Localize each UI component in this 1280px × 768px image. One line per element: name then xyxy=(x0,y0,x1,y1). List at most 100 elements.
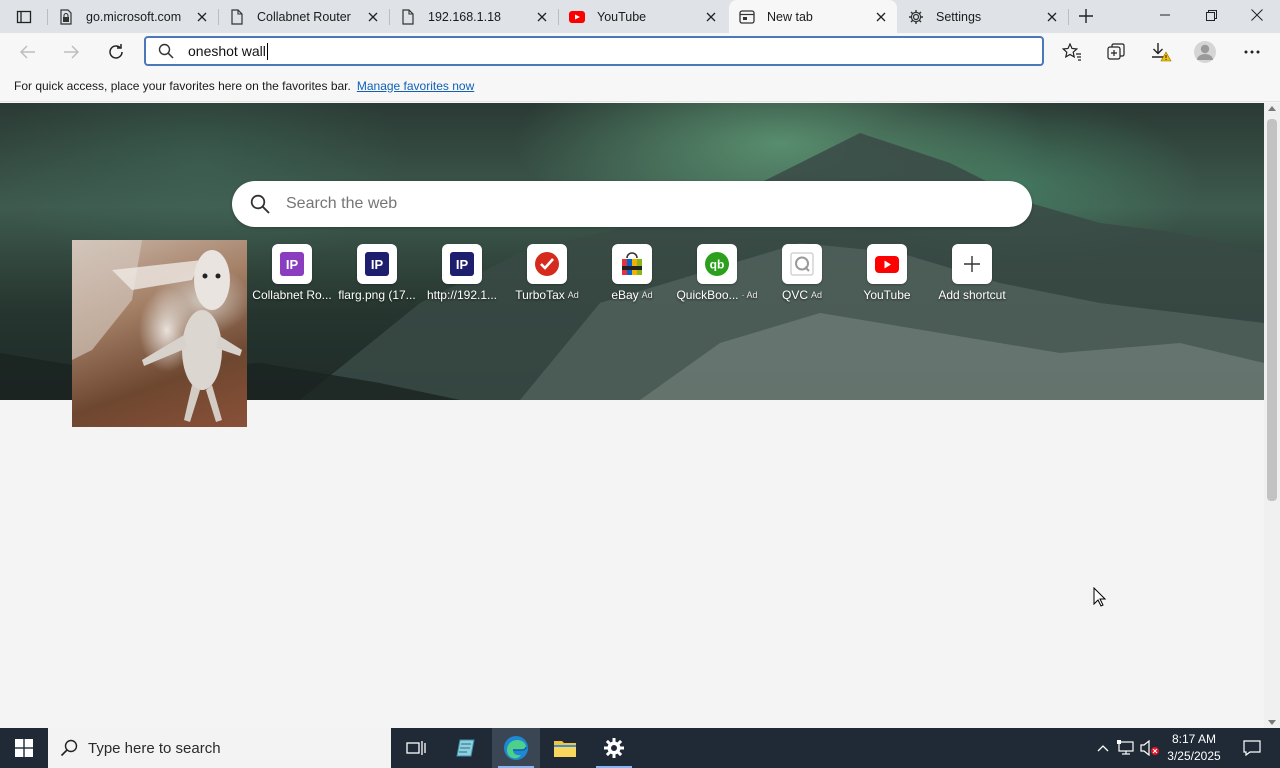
shortcut-tile xyxy=(527,244,567,284)
tab-collabnet-router[interactable]: Collabnet Router xyxy=(219,0,389,33)
tab-title: Settings xyxy=(936,9,982,24)
shortcut-label: flarg.png (17... xyxy=(338,288,416,302)
shortcut-tile: qb xyxy=(697,244,737,284)
tab-actions-icon xyxy=(16,10,32,24)
tab-title: New tab xyxy=(767,9,813,24)
add-shortcut-button[interactable]: Add shortcut xyxy=(930,244,1014,304)
minimize-button[interactable] xyxy=(1142,0,1188,30)
tab-strip: go.microsoft.com Collabnet Router 192.16… xyxy=(0,0,1280,33)
shortcut-tile: IP xyxy=(272,244,312,284)
page-scrollbar[interactable] xyxy=(1264,103,1280,728)
address-bar[interactable]: oneshot wall xyxy=(144,36,1044,66)
task-view-button[interactable] xyxy=(392,728,440,768)
scrollbar-thumb[interactable] xyxy=(1267,119,1277,501)
shortcut-tile xyxy=(782,244,822,284)
notifications-button[interactable] xyxy=(1232,728,1272,768)
page-icon xyxy=(400,8,416,25)
settings-more-button[interactable] xyxy=(1237,38,1267,66)
taskbar-clock[interactable]: 8:17 AM 3/25/2025 xyxy=(1162,731,1226,767)
shortcut-192-1[interactable]: IP http://192.1... xyxy=(420,244,504,304)
clock-date: 3/25/2025 xyxy=(1167,749,1221,763)
shortcut-tile xyxy=(952,244,992,284)
ip-icon: IP xyxy=(450,252,474,276)
close-icon[interactable] xyxy=(703,9,719,25)
address-bar-text[interactable]: oneshot wall xyxy=(188,43,266,59)
taskbar-search[interactable]: Type here to search xyxy=(48,728,391,768)
shortcut-turbotax[interactable]: TurboTax Ad xyxy=(505,244,589,304)
close-icon[interactable] xyxy=(194,9,210,25)
tab-title: go.microsoft.com xyxy=(86,9,182,24)
show-hidden-icons-button[interactable] xyxy=(1094,728,1112,768)
favorites-button[interactable] xyxy=(1057,38,1087,66)
avatar xyxy=(1194,41,1216,63)
ad-badge: Ad xyxy=(811,290,823,300)
tab-title: Collabnet Router xyxy=(257,9,351,24)
folder-icon xyxy=(554,741,576,757)
tab-separator xyxy=(1068,9,1069,25)
web-search-placeholder: Search the web xyxy=(286,195,398,212)
tab-settings[interactable]: Settings xyxy=(898,0,1068,33)
shortcut-tile: IP xyxy=(442,244,482,284)
close-icon[interactable] xyxy=(1044,9,1060,25)
refresh-button[interactable] xyxy=(101,37,131,67)
taskbar-app-edge[interactable] xyxy=(492,728,540,768)
plus-icon xyxy=(1079,9,1093,23)
shortcut-qvc[interactable]: QVC Ad xyxy=(760,244,844,304)
shortcut-label: http://192.1... xyxy=(426,288,498,302)
taskbar-app-settings[interactable] xyxy=(590,728,638,768)
taskbar-app-file-explorer[interactable] xyxy=(541,728,589,768)
new-tab-button[interactable] xyxy=(1072,4,1100,28)
downloads-button[interactable] xyxy=(1146,38,1176,66)
tab-new-tab[interactable]: New tab xyxy=(729,0,897,33)
newtab-icon xyxy=(739,9,755,25)
notification-icon xyxy=(1243,740,1261,756)
close-icon[interactable] xyxy=(365,9,381,25)
tab-title: 192.168.1.18 xyxy=(428,9,501,24)
tab-title: YouTube xyxy=(597,9,647,24)
shortcut-flarg[interactable]: IP flarg.png (17... xyxy=(335,244,419,304)
text-caret xyxy=(266,42,268,60)
shortcut-label: QVC xyxy=(781,288,808,302)
back-button[interactable] xyxy=(13,37,43,67)
tab-youtube[interactable]: YouTube xyxy=(559,0,727,33)
favorites-bar: For quick access, place your favorites h… xyxy=(0,70,1280,102)
shortcut-ebay[interactable]: eBay Ad xyxy=(590,244,674,304)
shortcut-youtube[interactable]: YouTube xyxy=(845,244,929,304)
shortcut-tile xyxy=(867,244,907,284)
taskbar-app-notepad[interactable] xyxy=(442,728,490,768)
tab-go-microsoft[interactable]: go.microsoft.com xyxy=(48,0,218,33)
profile-button[interactable] xyxy=(1190,38,1220,66)
start-button[interactable] xyxy=(0,728,48,768)
favorites-bar-message: For quick access, place your favorites h… xyxy=(14,78,351,93)
shortcut-label: eBay xyxy=(611,288,639,302)
creature-photo xyxy=(72,240,242,422)
web-search-box[interactable]: Search the web xyxy=(232,181,1032,227)
taskbar-search-placeholder: Type here to search xyxy=(88,739,221,757)
task-view-icon xyxy=(406,741,426,755)
close-icon xyxy=(1251,9,1263,21)
tab-192-168-1-18[interactable]: 192.168.1.18 xyxy=(390,0,558,33)
manage-favorites-link[interactable]: Manage favorites now xyxy=(357,79,474,93)
scroll-down-arrow-icon[interactable] xyxy=(1268,720,1276,725)
shortcut-tile xyxy=(612,244,652,284)
collections-icon xyxy=(1107,43,1125,60)
collections-button[interactable] xyxy=(1101,38,1131,66)
shortcut-quickbooks[interactable]: qb QuickBoo... · Ad xyxy=(675,244,759,304)
restore-button[interactable] xyxy=(1188,0,1234,30)
close-window-button[interactable] xyxy=(1234,0,1280,30)
new-tab-page: Search the web IP Collabnet Ro... IP fla… xyxy=(0,103,1264,728)
quickbooks-icon: qb xyxy=(705,252,729,276)
shortcut-label: TurboTax xyxy=(515,288,565,302)
scroll-up-arrow-icon[interactable] xyxy=(1268,106,1276,111)
overlay-image xyxy=(72,240,247,427)
shortcut-collabnet-router[interactable]: IP Collabnet Ro... xyxy=(250,244,334,304)
tab-actions-button[interactable] xyxy=(8,6,40,28)
close-icon[interactable] xyxy=(534,9,550,25)
forward-button[interactable] xyxy=(56,37,86,67)
forward-arrow-icon xyxy=(64,45,79,59)
ebay-icon xyxy=(622,252,642,275)
network-button[interactable] xyxy=(1116,728,1136,768)
close-icon[interactable] xyxy=(873,9,889,25)
star-list-icon xyxy=(1062,43,1081,61)
volume-button[interactable] xyxy=(1140,728,1160,768)
